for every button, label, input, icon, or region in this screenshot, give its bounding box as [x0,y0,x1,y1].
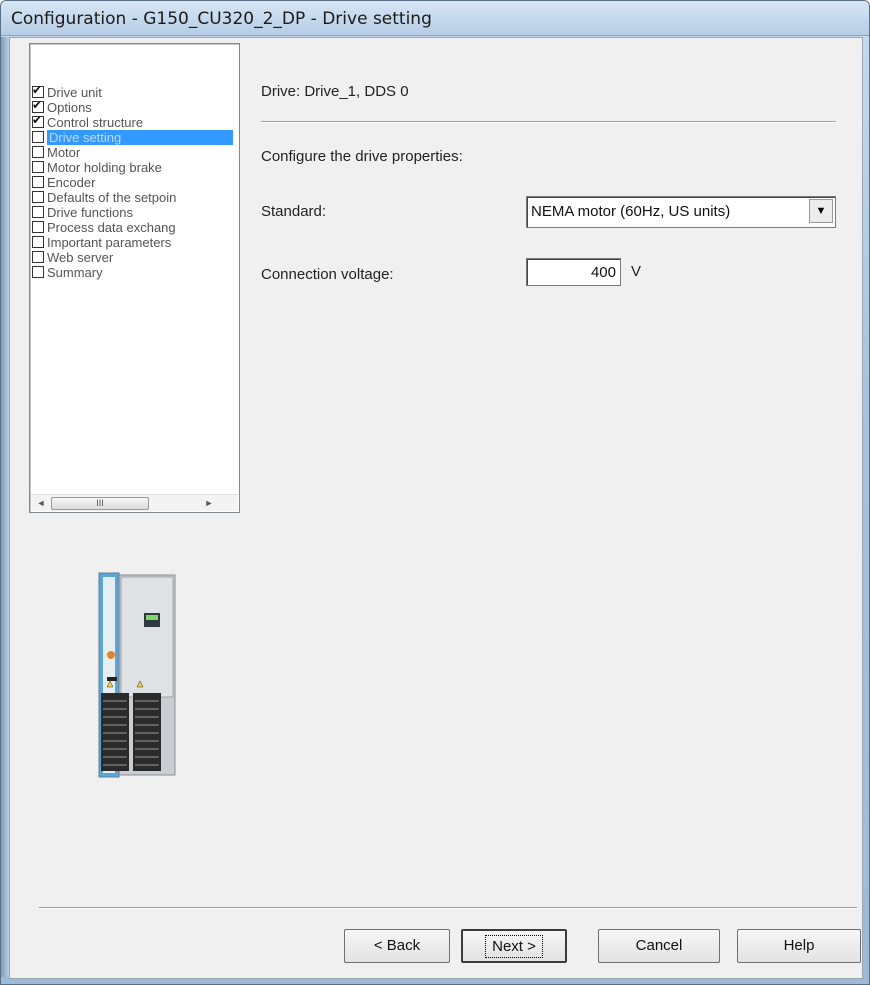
unchecked-checkbox-icon[interactable] [32,236,44,248]
drive-header-label: Drive: Drive_1, DDS 0 [261,83,409,100]
tree-item[interactable]: Summary [32,264,103,280]
checked-checkbox-icon[interactable]: ✔ [32,83,44,98]
tree-item-label: Defaults of the setpoin [47,189,177,205]
unchecked-checkbox-icon[interactable] [32,221,44,233]
header-separator [261,121,836,123]
voltage-unit-label: V [631,263,642,280]
window-title: Configuration - G150_CU320_2_DP - Drive … [11,9,432,29]
tree-item[interactable]: Defaults of the setpoin [32,189,177,205]
tree-item[interactable]: Drive functions [32,204,133,220]
horizontal-scrollbar[interactable]: ◄ III ► [31,494,238,511]
scroll-left-arrow-icon[interactable]: ◄ [33,495,49,511]
unchecked-checkbox-icon[interactable] [32,131,44,143]
tree-item-label: Process data exchang [47,219,176,235]
standard-label: Standard: [261,203,327,220]
tree-item-label: Motor holding brake [47,159,162,175]
tree-item[interactable]: Web server [32,249,114,265]
connection-voltage-input[interactable]: 400 [526,258,621,286]
cancel-button[interactable]: Cancel [598,929,720,963]
tree-item-label: Encoder [47,174,96,190]
unchecked-checkbox-icon[interactable] [32,206,44,218]
tree-item-label: Drive functions [47,204,133,220]
unchecked-checkbox-icon[interactable] [32,146,44,158]
tree-item-label: Drive unit [47,84,102,100]
tree-item-label: Drive setting [47,129,233,145]
checkmark-icon: ✔ [32,113,43,127]
unchecked-checkbox-icon[interactable] [32,161,44,173]
tree-item[interactable]: Process data exchang [32,219,176,235]
standard-select[interactable]: NEMA motor (60Hz, US units) ▼ [526,196,836,228]
tree-item[interactable]: ✔ Control structure [32,113,144,130]
unchecked-checkbox-icon[interactable] [32,176,44,188]
connection-voltage-value: 400 [590,264,616,281]
tree-item[interactable]: Encoder [32,174,96,190]
standard-selected-value: NEMA motor (60Hz, US units) [531,203,731,220]
checkmark-icon: ✔ [32,83,43,97]
scroll-right-arrow-icon[interactable]: ► [201,495,217,511]
back-button[interactable]: < Back [344,929,450,963]
tree-item-label: Options [47,99,92,115]
next-button[interactable]: Next > [461,929,567,963]
tree-item[interactable]: Important parameters [32,234,172,250]
tree-item[interactable]: Motor [32,144,81,160]
footer-separator [39,907,857,909]
window-left-frame [1,37,9,977]
title-bar[interactable]: Configuration - G150_CU320_2_DP - Drive … [1,1,869,36]
drive-cabinet-image [98,572,176,778]
tree-item[interactable]: ✔ Drive unit [32,83,102,100]
navigation-tree[interactable]: ✔ Drive unit ✔ Options ✔ Control structure Dri… [29,43,240,513]
next-button-label: Next > [485,935,543,958]
unchecked-checkbox-icon[interactable] [32,191,44,203]
configuration-window: Configuration - G150_CU320_2_DP - Drive … [0,0,870,985]
connection-voltage-label: Connection voltage: [261,266,394,283]
tree-item[interactable]: Drive setting [32,129,233,145]
scroll-thumb[interactable]: III [51,497,149,510]
tree-item-label: Motor [47,144,81,160]
tree-item[interactable]: Motor holding brake [32,159,162,175]
tree-item-label: Summary [47,264,103,280]
checked-checkbox-icon[interactable]: ✔ [32,113,44,128]
unchecked-checkbox-icon[interactable] [32,266,44,278]
unchecked-checkbox-icon[interactable] [32,251,44,263]
tree-item-label: Web server [47,249,114,265]
configure-instruction: Configure the drive properties: [261,148,463,165]
dropdown-arrow-icon[interactable]: ▼ [809,199,833,223]
checkmark-icon: ✔ [32,98,43,112]
checked-checkbox-icon[interactable]: ✔ [32,98,44,113]
tree-item[interactable]: ✔ Options [32,98,92,115]
tree-item-label: Important parameters [47,234,172,250]
help-button[interactable]: Help [737,929,861,963]
tree-item-label: Control structure [47,114,144,130]
